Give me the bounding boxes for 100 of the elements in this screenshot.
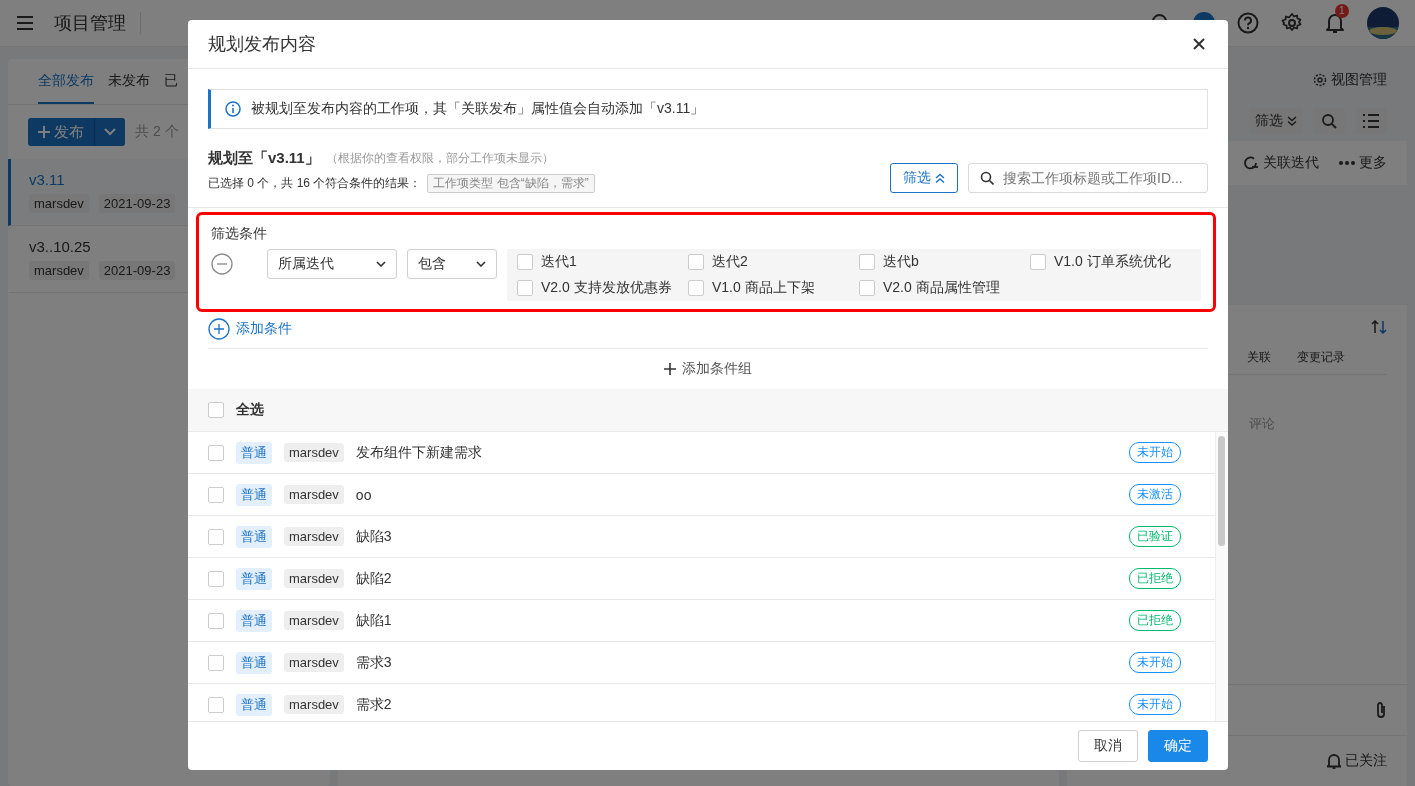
dropdown-button[interactable] <box>94 118 125 146</box>
priority-tag: 普通 <box>236 483 272 506</box>
close-icon[interactable] <box>1192 37 1206 51</box>
status-tag: 已拒绝 <box>1129 568 1181 589</box>
checkbox[interactable] <box>208 402 224 418</box>
item-title: 发布组件下新建需求 <box>355 443 483 462</box>
priority-tag: 普通 <box>236 651 272 674</box>
item-title: oo <box>355 486 373 503</box>
checkbox[interactable] <box>688 254 704 270</box>
checkbox[interactable] <box>208 612 224 629</box>
option-label: V1.0 商品上下架 <box>712 279 815 297</box>
follow-button[interactable]: 已关注 <box>1327 752 1387 770</box>
view-manage-button[interactable]: 视图管理 <box>1313 71 1387 89</box>
checkbox[interactable] <box>688 280 704 296</box>
tab[interactable]: 关联 <box>1247 349 1271 366</box>
bell-icon <box>1327 753 1341 769</box>
search-field[interactable]: 搜索工作项标题或工作项ID... <box>968 163 1208 193</box>
tab[interactable]: 变更记录 <box>1297 349 1345 366</box>
checkbox[interactable] <box>208 654 224 671</box>
option-label: 迭代2 <box>712 253 748 271</box>
tag: marsdev <box>29 194 89 213</box>
add-condition-button[interactable]: 添加条件 <box>208 318 292 340</box>
owner-tag: marsdev <box>284 695 344 714</box>
status-tag: 已验证 <box>1129 526 1181 547</box>
option-label: 迭代1 <box>541 253 577 271</box>
checkbox[interactable] <box>1030 254 1046 270</box>
settings-icon[interactable] <box>1281 12 1303 34</box>
priority-tag: 普通 <box>236 693 272 716</box>
scrollbar-thumb[interactable] <box>1218 436 1225 546</box>
checkbox[interactable] <box>208 570 224 587</box>
dialog-title: 规划发布内容 <box>208 33 316 56</box>
tab[interactable]: 未发布 <box>108 59 150 104</box>
operator-select[interactable]: 包含 <box>407 249 497 279</box>
status-tag: 未开始 <box>1129 442 1181 463</box>
chevron-up-icon <box>935 173 945 183</box>
checkbox[interactable] <box>517 280 533 296</box>
tab[interactable]: 已 <box>164 59 178 104</box>
checkbox[interactable] <box>208 696 224 713</box>
loop-icon <box>1243 155 1259 171</box>
tab[interactable]: 全部发布 <box>38 59 94 104</box>
option-label: V2.0 商品属性管理 <box>883 279 1000 297</box>
sort-icon[interactable] <box>1371 320 1387 334</box>
option-label: V1.0 订单系统优化 <box>1054 253 1171 271</box>
new-release-button[interactable]: 发布 <box>28 118 94 146</box>
remove-icon[interactable] <box>211 253 233 275</box>
paperclip-icon[interactable] <box>1375 701 1387 719</box>
caret-icon <box>376 261 386 267</box>
status-tag: 已拒绝 <box>1129 610 1181 631</box>
item-title: 缺陷2 <box>355 569 393 588</box>
select-all-label: 全选 <box>236 401 264 419</box>
cancel-button[interactable]: 取消 <box>1078 730 1138 762</box>
list-icon <box>1363 114 1379 128</box>
plus-icon <box>664 363 676 375</box>
avatar-icon[interactable] <box>1367 7 1399 39</box>
chevron-icon <box>1287 116 1297 126</box>
menu-icon[interactable] <box>16 16 34 30</box>
owner-tag: marsdev <box>284 653 344 672</box>
item-title: 缺陷3 <box>355 527 393 546</box>
status-tag: 未开始 <box>1129 694 1181 715</box>
tag: 2021-09-23 <box>98 194 176 213</box>
bell-icon[interactable] <box>1325 12 1345 34</box>
tag: 2021-09-23 <box>98 261 176 280</box>
plus-icon <box>38 126 50 138</box>
search-icon <box>1321 113 1337 129</box>
condition-tag: 工作项类型 包含“缺陷，需求” <box>427 174 595 193</box>
status-tag: 未激活 <box>1129 484 1181 505</box>
tag: marsdev <box>29 261 89 280</box>
checkbox[interactable] <box>208 528 224 545</box>
priority-tag: 普通 <box>236 525 272 548</box>
item-title: 缺陷1 <box>355 611 393 630</box>
info-text: 被规划至发布内容的工作项，其「关联发布」属性值会自动添加「v3.11」 <box>251 100 705 118</box>
option-label: 迭代b <box>883 253 919 271</box>
priority-tag: 普通 <box>236 441 272 464</box>
search-icon <box>980 171 994 185</box>
notification-badge: 1 <box>1335 4 1349 18</box>
checkbox[interactable] <box>859 280 875 296</box>
caret-icon <box>476 261 486 267</box>
settings-icon <box>1313 73 1327 87</box>
help-icon[interactable] <box>1237 12 1259 34</box>
checkbox[interactable] <box>208 486 224 503</box>
action-button[interactable]: 更多 <box>1339 154 1387 172</box>
filter-button[interactable]: 筛选 <box>890 163 958 193</box>
ok-button[interactable]: 确定 <box>1148 730 1208 762</box>
owner-tag: marsdev <box>284 527 344 546</box>
app-title: 项目管理 <box>54 12 126 35</box>
checkbox[interactable] <box>517 254 533 270</box>
plus-circle-icon <box>208 318 230 340</box>
caret-icon <box>104 128 116 136</box>
action-button[interactable]: 关联迭代 <box>1243 154 1319 172</box>
more-icon <box>1339 161 1355 165</box>
checkbox[interactable] <box>859 254 875 270</box>
status-tag: 未开始 <box>1129 652 1181 673</box>
section-title: 筛选条件 <box>211 225 268 243</box>
item-title: 需求2 <box>355 695 393 714</box>
option-label: V2.0 支持发放优惠券 <box>541 279 672 297</box>
owner-tag: marsdev <box>284 611 344 630</box>
add-condition-group-button[interactable]: 添加条件组 <box>664 360 752 378</box>
field-select[interactable]: 所属迭代 <box>267 249 397 279</box>
owner-tag: marsdev <box>284 485 344 504</box>
checkbox[interactable] <box>208 444 224 461</box>
